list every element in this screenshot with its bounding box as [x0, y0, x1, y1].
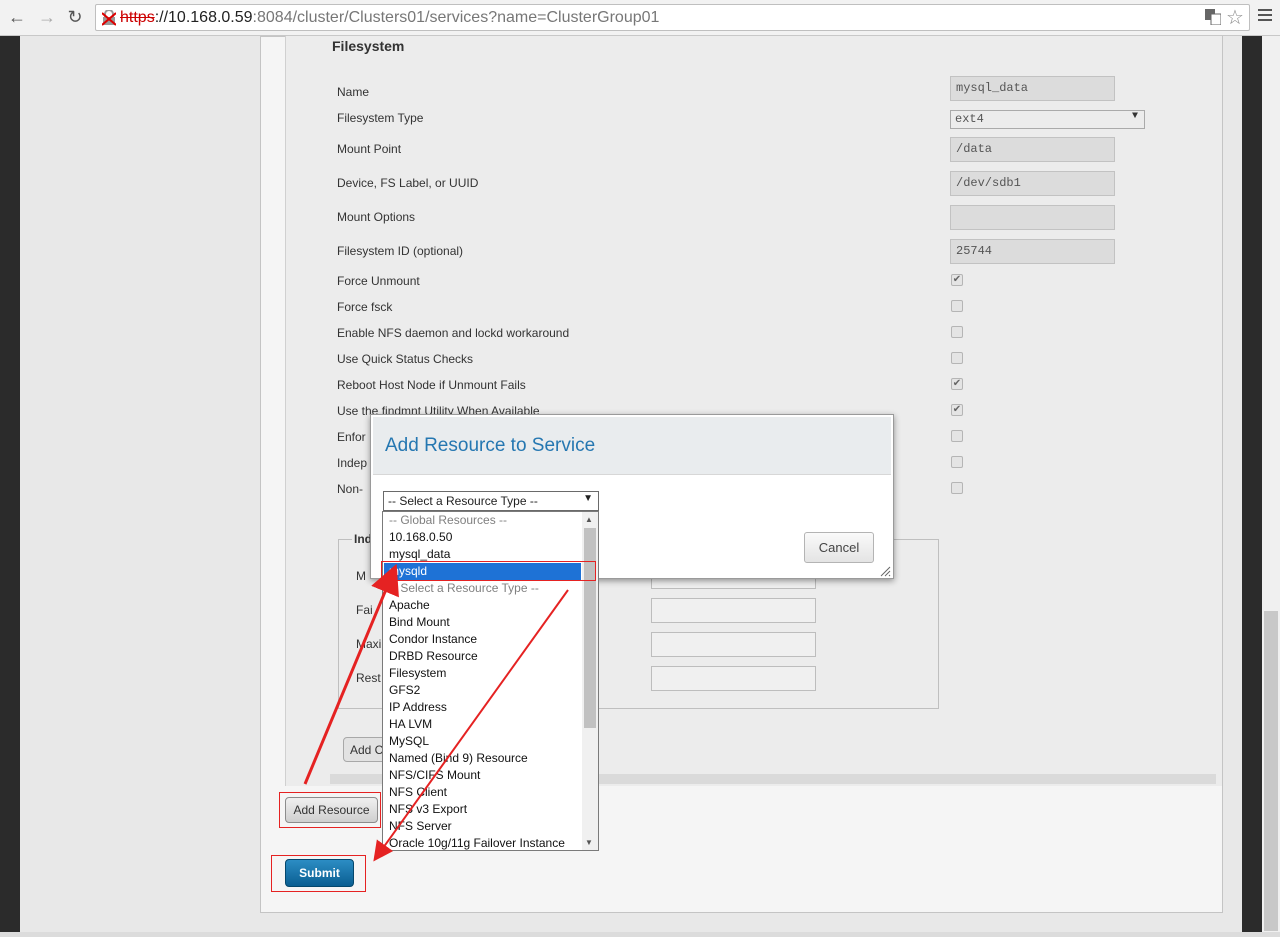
chevron-down-icon: ▼	[1131, 111, 1138, 122]
indep-checkbox[interactable]	[951, 456, 963, 468]
fstype-select[interactable]: ext4 ▼	[950, 110, 1145, 129]
dropdown-option[interactable]: HA LVM	[384, 716, 581, 733]
lock-broken-icon	[102, 10, 116, 26]
dropdown-option[interactable]: Oracle 10g/11g Failover Instance	[384, 835, 581, 850]
force-unmount-label: Force Unmount	[337, 274, 420, 288]
translate-icon[interactable]	[1205, 9, 1221, 25]
annotation-box-mysqld	[381, 561, 596, 581]
nfs-label: Enable NFS daemon and lockd workaround	[337, 326, 570, 340]
url-scheme: https	[120, 9, 155, 26]
dropdown-option[interactable]: 10.168.0.50	[384, 529, 581, 546]
address-bar[interactable]: https://10.168.0.59:8084/cluster/Cluster…	[95, 4, 1250, 31]
row-device: Device, FS Label, or UUID /dev/sdb1	[330, 171, 1200, 197]
name-label: Name	[337, 85, 370, 99]
browser-toolbar: ← → ↻ https://10.168.0.59:8084/cluster/C…	[0, 0, 1280, 36]
row-mount-options: Mount Options	[330, 205, 1200, 231]
dropdown-option[interactable]: NFS Server	[384, 818, 581, 835]
add-resource-button[interactable]: Add Resource	[285, 797, 378, 823]
dropdown-option[interactable]: Apache	[384, 597, 581, 614]
dropdown-option[interactable]: IP Address	[384, 699, 581, 716]
dropdown-option[interactable]: Filesystem	[384, 665, 581, 682]
ind-row3-input[interactable]	[651, 632, 816, 657]
dropdown-option[interactable]: NFS v3 Export	[384, 801, 581, 818]
reboot-label: Reboot Host Node if Unmount Fails	[337, 378, 526, 392]
quick-status-label: Use Quick Status Checks	[337, 352, 474, 366]
chevron-down-icon: ▼	[583, 493, 593, 504]
reload-icon[interactable]: ↻	[64, 6, 86, 28]
fsid-input[interactable]: 25744	[950, 239, 1115, 264]
back-icon[interactable]: ←	[6, 6, 28, 28]
row-quick-status: Use Quick Status Checks	[330, 352, 1200, 378]
enforce-checkbox[interactable]	[951, 430, 963, 442]
force-fsck-checkbox[interactable]	[951, 300, 963, 312]
cancel-button[interactable]: Cancel	[804, 532, 874, 563]
findmnt-checkbox[interactable]: ✔	[951, 404, 963, 416]
dropdown-option[interactable]: Condor Instance	[384, 631, 581, 648]
status-strip	[0, 932, 1280, 937]
dropdown-option[interactable]: NFS Client	[384, 784, 581, 801]
forward-icon[interactable]: →	[36, 6, 58, 28]
resource-type-value: -- Select a Resource Type --	[388, 494, 538, 508]
mount-point-input[interactable]: /data	[950, 137, 1115, 162]
noncrit-label: Non-	[337, 482, 364, 496]
url-path: :8084/cluster/Clusters01/services?name=C…	[252, 9, 660, 26]
dropdown-option: -- Select a Resource Type --	[389, 581, 539, 595]
ind-row4-input[interactable]	[651, 666, 816, 691]
ind-row3-label: Maxi	[356, 637, 382, 651]
dropdown-scroll-thumb[interactable]	[584, 528, 596, 728]
row-force-fsck: Force fsck	[330, 300, 1200, 326]
ind-row1-label: M	[356, 569, 366, 583]
dropdown-option[interactable]: NFS/CIFS Mount	[384, 767, 581, 784]
force-fsck-label: Force fsck	[337, 300, 393, 314]
enforce-label: Enfor	[337, 430, 366, 444]
star-icon[interactable]: ☆	[1226, 5, 1244, 30]
resize-grip-icon[interactable]	[879, 565, 891, 577]
url-host: ://10.168.0.59	[154, 9, 253, 26]
row-fsid: Filesystem ID (optional) 25744	[330, 239, 1200, 265]
device-label: Device, FS Label, or UUID	[337, 176, 479, 190]
force-unmount-checkbox[interactable]: ✔	[951, 274, 963, 286]
dropdown-option[interactable]: Bind Mount	[384, 614, 581, 631]
dropdown-option[interactable]: MySQL	[384, 733, 581, 750]
name-input[interactable]: mysql_data	[950, 76, 1115, 101]
dropdown-option[interactable]: DRBD Resource	[384, 648, 581, 665]
section-title: Filesystem	[332, 38, 405, 54]
row-force-unmount: Force Unmount ✔	[330, 274, 1200, 300]
scroll-down-icon[interactable]: ▼	[585, 838, 593, 847]
dropdown-option[interactable]: GFS2	[384, 682, 581, 699]
mount-point-label: Mount Point	[337, 142, 402, 156]
page-scrollbar[interactable]	[1262, 36, 1280, 932]
row-nfs: Enable NFS daemon and lockd workaround	[330, 326, 1200, 352]
row-mount-point: Mount Point /data	[330, 137, 1200, 163]
fstype-label: Filesystem Type	[337, 111, 424, 125]
mount-options-label: Mount Options	[337, 210, 416, 224]
dropdown-option[interactable]: Named (Bind 9) Resource	[384, 750, 581, 767]
ind-row2-label: Fai	[356, 603, 373, 617]
row-reboot: Reboot Host Node if Unmount Fails ✔	[330, 378, 1200, 404]
menu-icon[interactable]	[1258, 9, 1272, 23]
dialog-title: Add Resource to Service	[385, 435, 596, 456]
ind-row2-input[interactable]	[651, 598, 816, 623]
dialog-header: Add Resource to Service	[373, 417, 891, 475]
row-fstype: Filesystem Type ext4 ▼	[330, 110, 1200, 136]
ind-row4-label: Rest	[356, 671, 381, 685]
reboot-checkbox[interactable]: ✔	[951, 378, 963, 390]
quick-status-checkbox[interactable]	[951, 352, 963, 364]
scroll-up-icon[interactable]: ▲	[585, 515, 593, 524]
noncrit-checkbox[interactable]	[951, 482, 963, 494]
dropdown-option: -- Global Resources --	[389, 513, 508, 527]
indep-label: Indep	[337, 456, 368, 470]
fsid-label: Filesystem ID (optional)	[337, 244, 464, 258]
url-text: https://10.168.0.59:8084/cluster/Cluster…	[120, 9, 659, 27]
page-scroll-thumb[interactable]	[1264, 611, 1278, 931]
device-input[interactable]: /dev/sdb1	[950, 171, 1115, 196]
resource-type-select[interactable]: -- Select a Resource Type -- ▼	[383, 491, 599, 511]
row-name: Name mysql_data	[330, 76, 1200, 102]
fstype-value: ext4	[955, 112, 984, 126]
submit-button[interactable]: Submit	[285, 859, 354, 887]
nfs-checkbox[interactable]	[951, 326, 963, 338]
mount-options-input[interactable]	[950, 205, 1115, 230]
